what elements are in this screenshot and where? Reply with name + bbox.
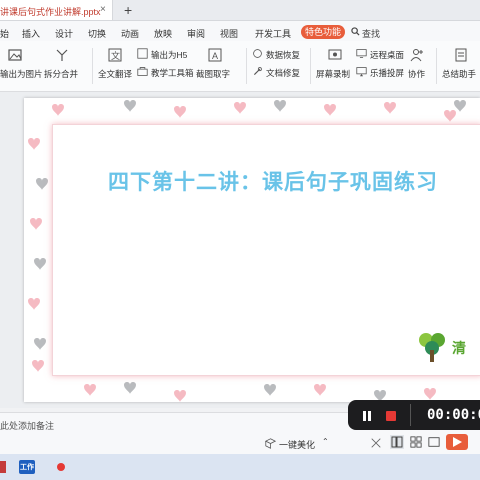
- menu-transition[interactable]: 切换: [88, 27, 106, 40]
- document-tab[interactable]: 讲课后句式作业讲解.pptx ×: [0, 0, 113, 20]
- translate-icon: 文: [108, 48, 122, 62]
- doc-repair-label: 文档修复: [266, 68, 301, 78]
- recording-timer: 00:00:0: [427, 407, 480, 423]
- recorder-divider: [410, 404, 411, 426]
- cast-icon: [356, 67, 367, 77]
- teaching-tools-button[interactable]: 教学工具箱: [137, 64, 195, 82]
- taskbar: [0, 454, 480, 480]
- reading-view-icon[interactable]: [428, 436, 440, 448]
- new-tab-button[interactable]: +: [124, 2, 132, 18]
- export-image-label: 输出为图片: [0, 69, 43, 79]
- summary-assistant-label: 总结助手: [442, 69, 477, 79]
- doc-repair-button[interactable]: 文档修复: [252, 64, 308, 82]
- svg-text:文: 文: [111, 50, 120, 61]
- menu-start[interactable]: 始: [0, 27, 9, 40]
- screen-record-icon: [328, 49, 342, 60]
- full-translate-label: 全文翻译: [98, 69, 133, 79]
- screen-record-label: 屏幕录制: [316, 69, 351, 79]
- play-icon: [453, 437, 462, 447]
- screenshot-ocr-label: 截图取字: [196, 69, 231, 79]
- menu-developer[interactable]: 开发工具: [255, 27, 291, 40]
- menu-insert[interactable]: 插入: [22, 27, 40, 40]
- split-merge-button[interactable]: 拆分合并: [44, 46, 90, 86]
- split-merge-label: 拆分合并: [44, 69, 79, 79]
- screen-record-button[interactable]: 屏幕录制: [316, 46, 354, 86]
- image-export-icon: [8, 49, 22, 61]
- pause-icon: [363, 411, 371, 421]
- menu-design[interactable]: 设计: [55, 27, 73, 40]
- work-app-icon[interactable]: 工作: [19, 460, 35, 474]
- split-merge-icon: [56, 49, 68, 61]
- h5-icon: [137, 48, 148, 59]
- work-app-label: 工作: [20, 464, 34, 471]
- menu-animation[interactable]: 动画: [121, 27, 139, 40]
- stop-record-button[interactable]: [384, 409, 398, 423]
- recovery-icon: [253, 49, 262, 58]
- data-recovery-button[interactable]: 数据恢复: [252, 46, 308, 64]
- notes-placeholder[interactable]: 此处添加备注: [0, 419, 54, 432]
- ocr-icon: A: [208, 48, 222, 62]
- pause-record-button[interactable]: [360, 409, 374, 423]
- document-tab-title: 讲课后句式作业讲解.pptx: [0, 7, 101, 17]
- search-button[interactable]: 查找: [351, 25, 391, 39]
- tree-logo-icon: [419, 333, 445, 362]
- stop-icon: [386, 411, 396, 421]
- summary-icon: [455, 48, 467, 62]
- collaborate-icon: [410, 49, 423, 62]
- export-image-button[interactable]: 输出为图片: [0, 46, 44, 86]
- full-translate-button[interactable]: 文 全文翻译: [98, 46, 134, 86]
- toolbox-icon: [137, 67, 148, 76]
- collaborate-label: 协作: [408, 69, 426, 79]
- menu-slideshow[interactable]: 放映: [154, 27, 172, 40]
- remote-desktop-label: 远程桌面: [370, 50, 405, 60]
- export-h5-button[interactable]: 输出为H5: [137, 46, 193, 64]
- menu-review[interactable]: 审阅: [187, 27, 205, 40]
- status-bar: [0, 434, 480, 454]
- ribbon-divider: [246, 48, 247, 84]
- export-h5-label: 输出为H5: [151, 50, 188, 60]
- lebo-cast-button[interactable]: 乐播投屏: [356, 64, 406, 82]
- beautify-label: 一键美化: [279, 440, 316, 450]
- normal-view-icon[interactable]: [390, 435, 404, 449]
- svg-text:A: A: [212, 51, 218, 61]
- remote-desktop-button[interactable]: 远程桌面: [356, 46, 406, 64]
- screenshot-ocr-button[interactable]: A 截图取字: [196, 46, 244, 86]
- close-tab-icon[interactable]: ×: [100, 4, 106, 15]
- notes-toggle-icon[interactable]: [370, 437, 382, 449]
- beautify-button[interactable]: 一键美化 ⌃: [265, 437, 331, 451]
- ribbon-divider: [436, 48, 437, 84]
- slide-sorter-icon[interactable]: [410, 436, 422, 448]
- menu-special-features[interactable]: 特色功能: [301, 25, 345, 39]
- menu-view[interactable]: 视图: [220, 27, 238, 40]
- play-slideshow-button[interactable]: [446, 434, 468, 450]
- teaching-tools-label: 教学工具箱: [151, 68, 194, 78]
- repair-icon: [253, 67, 262, 76]
- summary-assistant-button[interactable]: 总结助手: [442, 46, 480, 86]
- collaborate-button[interactable]: 协作: [406, 46, 434, 86]
- ribbon-divider: [310, 48, 311, 84]
- search-label: 查找: [362, 29, 381, 39]
- ribbon-divider: [92, 48, 93, 84]
- slide-title[interactable]: 四下第十二讲：课后句子巩固练习: [108, 166, 438, 196]
- lebo-cast-label: 乐播投屏: [370, 68, 405, 78]
- remote-desktop-icon: [356, 49, 367, 58]
- beautify-icon: [265, 438, 276, 449]
- logo-text: 清: [452, 340, 466, 356]
- recorder-app-icon[interactable]: [56, 462, 66, 472]
- app-icon[interactable]: [0, 461, 6, 473]
- search-icon: [351, 27, 360, 36]
- data-recovery-label: 数据恢复: [266, 50, 301, 60]
- chevron-up-icon: ⌃: [322, 437, 329, 446]
